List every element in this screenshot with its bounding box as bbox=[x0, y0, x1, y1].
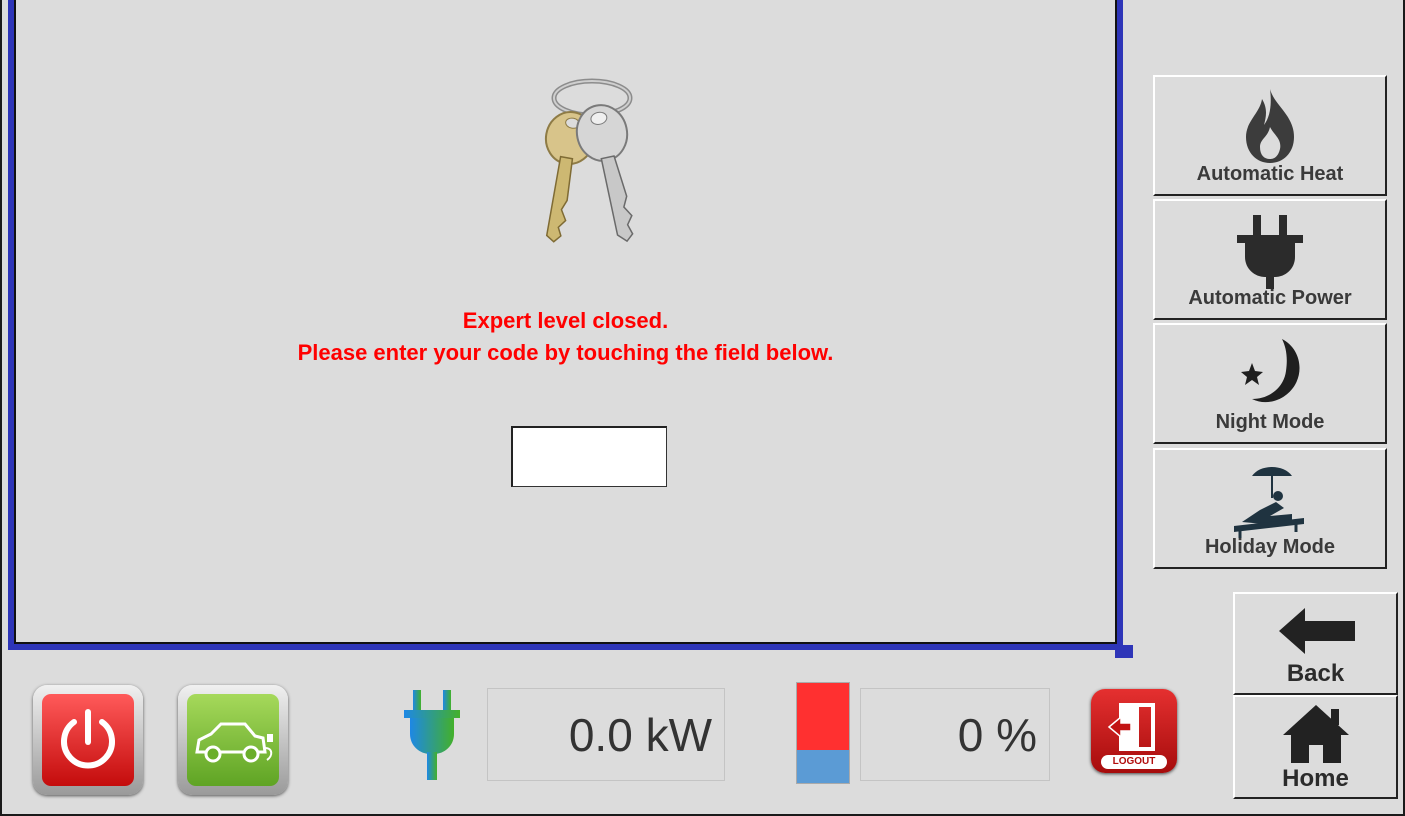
power-icon bbox=[61, 709, 115, 769]
moon-star-icon bbox=[1241, 339, 1300, 403]
status-message-instruction: Please enter your code by touching the f… bbox=[297, 340, 834, 365]
sunbed-umbrella-icon bbox=[1234, 467, 1304, 538]
logout-button[interactable]: LOGOUT bbox=[1091, 689, 1177, 773]
keys-icon bbox=[544, 78, 634, 243]
plug-icon bbox=[1237, 215, 1303, 289]
home-label: Home bbox=[1282, 765, 1349, 792]
arrow-left-icon bbox=[1279, 608, 1355, 654]
panel-border-corner bbox=[1115, 645, 1133, 658]
code-input-field[interactable] bbox=[511, 426, 667, 487]
automatic-power-button[interactable]: Automatic Power bbox=[1153, 199, 1387, 320]
logout-door-icon bbox=[1107, 703, 1155, 751]
electric-car-icon bbox=[195, 722, 273, 763]
holiday-mode-label: Holiday Mode bbox=[1204, 536, 1335, 558]
automatic-heat-button[interactable]: Automatic Heat bbox=[1153, 75, 1387, 196]
night-mode-label: Night Mode bbox=[1215, 411, 1325, 433]
status-message-title: Expert level closed. bbox=[462, 308, 669, 333]
flame-icon bbox=[1246, 89, 1294, 163]
level-gauge bbox=[796, 682, 850, 784]
plug-meter-icon bbox=[404, 690, 460, 780]
level-readout: 0 % bbox=[860, 688, 1050, 781]
power-readout: 0.0 kW bbox=[487, 688, 725, 781]
night-mode-button[interactable]: Night Mode bbox=[1153, 323, 1387, 444]
automatic-power-label: Automatic Power bbox=[1188, 287, 1352, 309]
home-button[interactable]: Home bbox=[1233, 695, 1398, 799]
ev-charging-button[interactable] bbox=[178, 685, 288, 795]
back-label: Back bbox=[1286, 660, 1345, 687]
logout-label: LOGOUT bbox=[1101, 755, 1167, 769]
holiday-mode-button[interactable]: Holiday Mode bbox=[1153, 448, 1387, 569]
power-off-button[interactable] bbox=[33, 685, 143, 795]
home-icon bbox=[1283, 705, 1349, 763]
back-button[interactable]: Back bbox=[1233, 592, 1398, 695]
level-gauge-fill bbox=[797, 750, 849, 783]
automatic-heat-label: Automatic Heat bbox=[1196, 163, 1344, 185]
